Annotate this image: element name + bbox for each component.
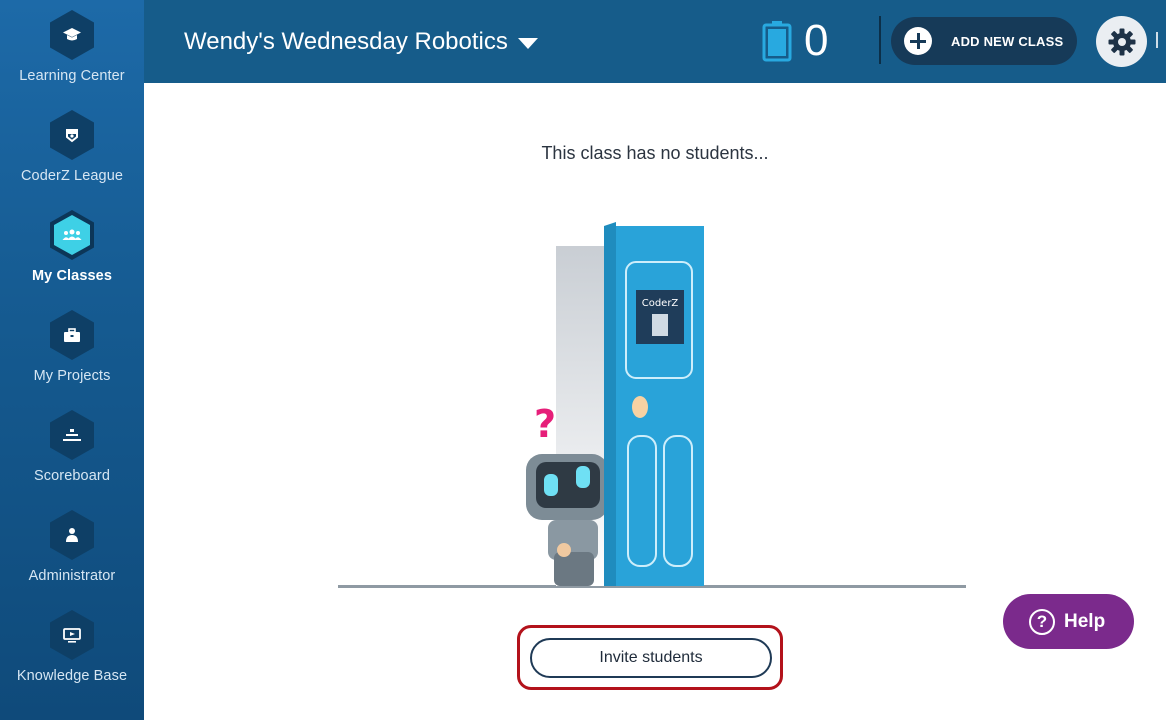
window-edge xyxy=(1156,32,1158,48)
svg-text:?: ? xyxy=(534,402,556,446)
sidebar: Learning Center CoderZ League My Classes… xyxy=(0,0,144,720)
sidebar-item-knowledge-base[interactable]: Knowledge Base xyxy=(0,600,144,700)
empty-class-message: This class has no students... xyxy=(541,143,769,163)
class-name: Wendy's Wednesday Robotics xyxy=(184,28,508,55)
caret-down-icon xyxy=(517,37,538,49)
sidebar-item-label: Administrator xyxy=(28,568,116,584)
battery-icon xyxy=(762,20,792,67)
league-badge-icon xyxy=(50,110,94,160)
invite-students-button[interactable]: Invite students xyxy=(530,638,772,678)
sidebar-item-my-classes[interactable]: My Classes xyxy=(0,200,144,300)
user-icon xyxy=(50,510,94,560)
sidebar-item-learning-center[interactable]: Learning Center xyxy=(0,0,144,100)
header-divider xyxy=(879,16,881,64)
sidebar-item-administrator[interactable]: Administrator xyxy=(0,500,144,600)
sidebar-item-label: Scoreboard xyxy=(34,468,110,484)
sidebar-item-coderz-league[interactable]: CoderZ League xyxy=(0,100,144,200)
settings-button[interactable] xyxy=(1096,16,1147,67)
help-label: Help xyxy=(1064,610,1106,632)
help-button[interactable]: ? Help xyxy=(1003,594,1134,649)
sidebar-item-scoreboard[interactable]: Scoreboard xyxy=(0,400,144,500)
monitor-icon xyxy=(50,610,94,660)
graduation-cap-icon xyxy=(50,10,94,60)
battery-count: 0 xyxy=(804,16,829,65)
add-new-class-label: ADD NEW CLASS xyxy=(951,33,1064,49)
sidebar-item-my-projects[interactable]: My Projects xyxy=(0,300,144,400)
sidebar-item-label: My Projects xyxy=(33,368,111,384)
question-circle-icon: ? xyxy=(1029,608,1055,635)
sidebar-item-label: Learning Center xyxy=(19,68,125,84)
door-sign-text: CoderZ xyxy=(642,298,679,309)
invite-students-highlight: Invite students xyxy=(517,625,783,690)
podium-icon xyxy=(50,410,94,460)
briefcase-icon xyxy=(50,310,94,360)
sidebar-item-label: Knowledge Base xyxy=(16,668,128,684)
sidebar-item-label: My Classes xyxy=(32,268,112,284)
classes-group-icon xyxy=(50,210,94,260)
sidebar-item-label: CoderZ League xyxy=(20,168,124,184)
add-new-class-button[interactable]: ADD NEW CLASS xyxy=(891,17,1077,65)
top-bar: Wendy's Wednesday Robotics 0 ADD NEW CLA… xyxy=(144,0,1166,83)
class-selector[interactable]: Wendy's Wednesday Robotics xyxy=(184,28,538,56)
gear-icon xyxy=(1108,28,1135,55)
plus-circle-icon xyxy=(904,27,932,55)
robot-peeking-door-illustration: ? CoderZ xyxy=(338,222,966,588)
